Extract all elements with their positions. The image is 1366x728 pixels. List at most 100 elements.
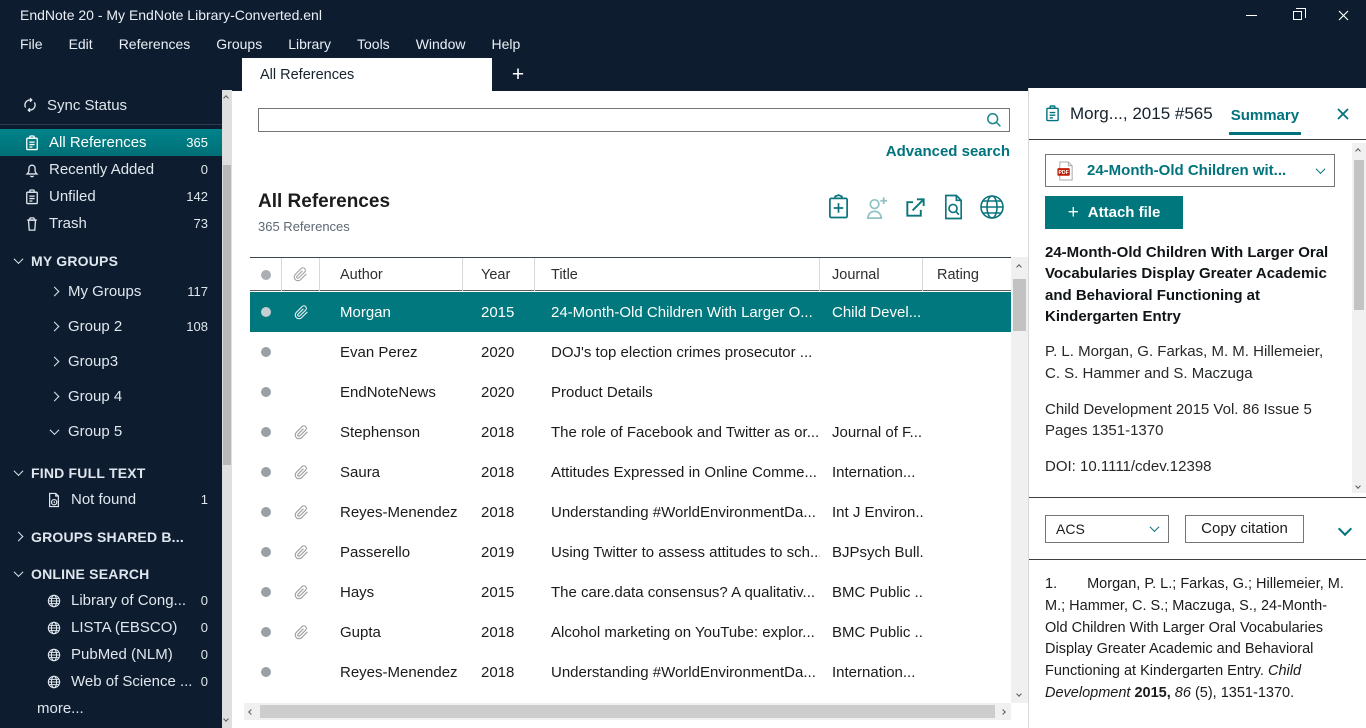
- copy-citation-button[interactable]: Copy citation: [1185, 514, 1304, 543]
- find-full-text-button[interactable]: [942, 194, 965, 220]
- table-row[interactable]: EndNoteNews 2020 Product Details: [250, 372, 1011, 412]
- scroll-up-arrow[interactable]: [223, 94, 230, 101]
- column-header-journal[interactable]: Journal: [820, 258, 923, 291]
- vertical-scrollbar[interactable]: [1011, 257, 1028, 703]
- sidebar-item-my-groups[interactable]: My Groups 117: [0, 274, 222, 309]
- export-reference-button[interactable]: [903, 195, 928, 220]
- record-dot-icon: [261, 547, 271, 557]
- tab-all-references[interactable]: All References: [242, 58, 492, 91]
- share-library-button[interactable]: [864, 195, 889, 220]
- sidebar-item-group-2[interactable]: Group 2 108: [0, 309, 222, 344]
- sidebar-item-group-4[interactable]: Group 4: [0, 379, 222, 414]
- paperclip-icon: [294, 504, 308, 519]
- cell-year: 2015: [481, 583, 515, 601]
- menu-item-help[interactable]: Help: [478, 30, 533, 58]
- globe-icon: [46, 594, 62, 608]
- sidebar-item-find-full-text[interactable]: FIND FULL TEXT: [0, 459, 222, 486]
- citation-style-select[interactable]: ACS: [1045, 514, 1169, 543]
- cell-author: Morgan: [340, 303, 391, 321]
- close-icon: [1338, 10, 1348, 20]
- sidebar-item-more[interactable]: more...: [0, 695, 222, 722]
- list-count: 365 References: [258, 219, 350, 234]
- sidebar-item-my-groups[interactable]: MY GROUPS: [0, 247, 222, 274]
- web-search-button[interactable]: [979, 194, 1005, 220]
- cell-year: 2019: [481, 543, 515, 561]
- chevron-down-icon: [1315, 164, 1326, 175]
- sidebar-item-recently-added[interactable]: Recently Added 0: [0, 156, 222, 183]
- scrollbar-thumb[interactable]: [1354, 160, 1364, 310]
- cell-author: Reyes-Menendez: [340, 663, 458, 681]
- scrollbar-thumb[interactable]: [260, 705, 995, 718]
- menu-item-references[interactable]: References: [106, 30, 204, 58]
- column-header-author[interactable]: Author: [320, 258, 463, 291]
- advanced-search-link[interactable]: Advanced search: [886, 143, 1010, 160]
- scroll-left-arrow[interactable]: [248, 708, 255, 715]
- table-row[interactable]: Passerello 2019 Using Twitter to assess …: [250, 532, 1011, 572]
- sidebar-item-pubmed-nlm[interactable]: PubMed (NLM) 0: [0, 641, 222, 668]
- table-row[interactable]: Evan Perez 2020 DOJ's top election crime…: [250, 332, 1011, 372]
- scroll-up-arrow[interactable]: [1016, 263, 1023, 270]
- minimize-button[interactable]: [1228, 0, 1274, 30]
- scroll-right-arrow[interactable]: [1000, 708, 1007, 715]
- menu-item-groups[interactable]: Groups: [203, 30, 275, 58]
- cell-title: DOJ's top election crimes prosecutor ...: [551, 343, 813, 361]
- sidebar-item-library-of-cong[interactable]: Library of Cong... 0: [0, 587, 222, 614]
- cell-author: Reyes-Menendez: [340, 503, 458, 521]
- tab-summary[interactable]: Summary: [1228, 93, 1302, 135]
- menu-item-window[interactable]: Window: [403, 30, 479, 58]
- scrollbar-thumb[interactable]: [223, 165, 231, 465]
- table-row[interactable]: Reyes-Menendez 2018 Understanding #World…: [250, 492, 1011, 532]
- table-row[interactable]: Reyes-Menendez 2018 Understanding #World…: [250, 652, 1011, 692]
- sidebar-item-group-5[interactable]: Group 5: [0, 414, 222, 449]
- sidebar-item-lista-ebsco[interactable]: LISTA (EBSCO) 0: [0, 614, 222, 641]
- scroll-down-arrow[interactable]: [1355, 482, 1362, 489]
- cell-title: Attitudes Expressed in Online Comme...: [551, 463, 817, 481]
- reference-title: 24-Month-Old Children With Larger Oral V…: [1045, 244, 1329, 325]
- column-header-year[interactable]: Year: [463, 258, 535, 291]
- scroll-down-arrow[interactable]: [223, 715, 230, 722]
- column-header-attachment[interactable]: [282, 258, 320, 291]
- table-row[interactable]: Stephenson 2018 The role of Facebook and…: [250, 412, 1011, 452]
- new-tab-button[interactable]: +: [500, 58, 536, 91]
- menu-item-library[interactable]: Library: [275, 30, 344, 58]
- cell-author: Saura: [340, 463, 381, 481]
- table-row[interactable]: Morgan 2015 24-Month-Old Children With L…: [250, 292, 1011, 332]
- search-icon[interactable]: [986, 112, 1002, 133]
- panel-scrollbar[interactable]: [1352, 143, 1366, 493]
- cell-journal: Journal of F...: [832, 423, 923, 441]
- table-row[interactable]: Saura 2018 Attitudes Expressed in Online…: [250, 452, 1011, 492]
- menu-bar: File Edit References Groups Library Tool…: [0, 30, 1366, 58]
- sidebar-item-online-search[interactable]: ONLINE SEARCH: [0, 560, 222, 587]
- sidebar-item-trash[interactable]: Trash 73: [0, 210, 222, 237]
- sidebar-item-web-of-science[interactable]: Web of Science ... 0: [0, 668, 222, 695]
- scrollbar-thumb[interactable]: [1013, 279, 1026, 331]
- attach-file-button[interactable]: + Attach file: [1045, 196, 1183, 229]
- sidebar-item-not-found[interactable]: Not found 1: [0, 486, 222, 513]
- expand-citation-icon[interactable]: [1337, 521, 1353, 536]
- close-button[interactable]: [1320, 0, 1366, 30]
- sidebar-item-unfiled[interactable]: Unfiled 142: [0, 183, 222, 210]
- sidebar-item-groups-shared-b[interactable]: GROUPS SHARED B...: [0, 523, 222, 550]
- menu-item-file[interactable]: File: [7, 30, 56, 58]
- sidebar-scrollbar[interactable]: [222, 90, 232, 728]
- scroll-up-arrow[interactable]: [1355, 147, 1362, 154]
- scroll-down-arrow[interactable]: [1016, 690, 1023, 697]
- column-header-rating[interactable]: Rating: [923, 258, 1011, 291]
- close-panel-button[interactable]: [1336, 107, 1350, 121]
- new-reference-button[interactable]: [827, 194, 850, 220]
- menu-item-edit[interactable]: Edit: [56, 30, 106, 58]
- menu-item-tools[interactable]: Tools: [344, 30, 403, 58]
- sync-status-item[interactable]: Sync Status: [0, 90, 222, 120]
- maximize-button[interactable]: [1274, 0, 1320, 30]
- sidebar-item-group3[interactable]: Group3: [0, 344, 222, 379]
- column-header-read[interactable]: [250, 258, 282, 291]
- pdf-attachment-dropdown[interactable]: PDF 24-Month-Old Children wit...: [1045, 154, 1335, 187]
- horizontal-scrollbar[interactable]: [244, 703, 1011, 720]
- table-row[interactable]: Hays 2015 The care.data consensus? A qua…: [250, 572, 1011, 612]
- column-header-title[interactable]: Title: [535, 258, 820, 291]
- sidebar: Sync Status All References 365 Recently A…: [0, 58, 232, 728]
- sidebar-item-all-references[interactable]: All References 365: [0, 129, 222, 156]
- table-row[interactable]: Gupta 2018 Alcohol marketing on YouTube:…: [250, 612, 1011, 652]
- paperclip-icon: [294, 304, 308, 319]
- search-input[interactable]: [258, 108, 1010, 132]
